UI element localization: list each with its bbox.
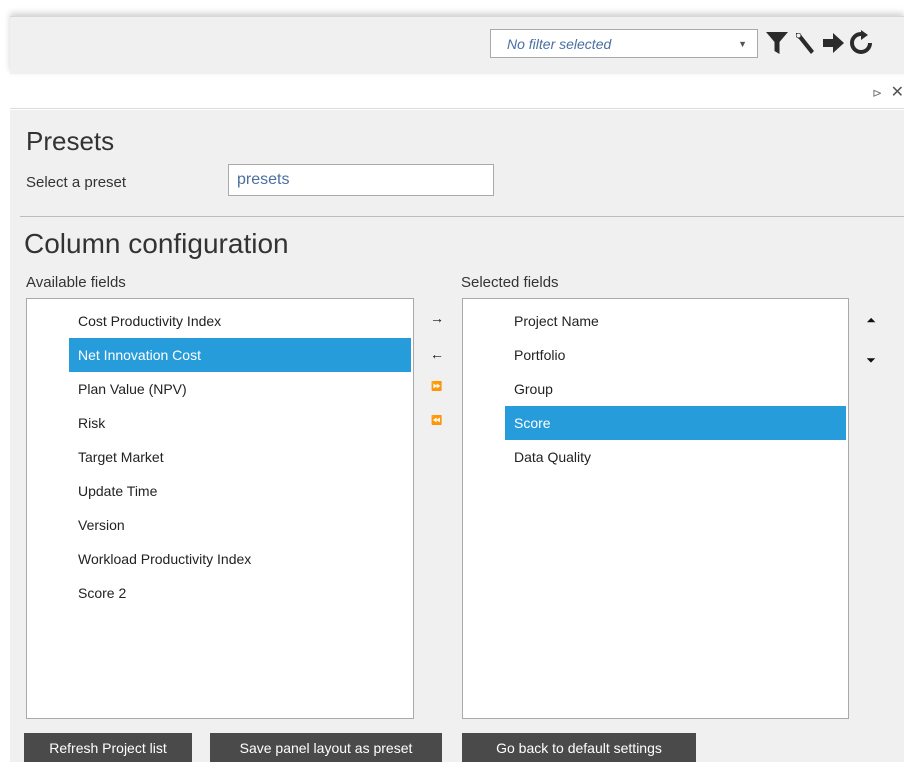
wrench-icon [796, 33, 814, 54]
configuration-panel: Presets Select a preset Column configura… [10, 110, 904, 762]
list-item[interactable]: Data Quality [505, 440, 846, 474]
arrow-right-icon [823, 33, 844, 53]
list-item[interactable]: Cost Productivity Index [69, 304, 411, 338]
add-all-fields-button[interactable]: ⏩ [424, 372, 450, 400]
chevron-down-icon: ▼ [738, 39, 747, 49]
selected-fields-label: Selected fields [461, 274, 559, 291]
list-item[interactable]: Risk [69, 406, 411, 440]
list-item[interactable]: Group [505, 372, 846, 406]
select-preset-label: Select a preset [26, 174, 127, 191]
list-item[interactable]: Plan Value (NPV) [69, 372, 411, 406]
triangle-up-icon: ⏶ [866, 312, 876, 327]
settings-button[interactable] [792, 27, 818, 59]
save-layout-preset-button[interactable]: Save panel layout as preset [210, 733, 442, 762]
filter-dropdown-value: No filter selected [507, 36, 612, 52]
triangle-down-icon: ⏷ [866, 352, 876, 367]
section-divider [20, 216, 904, 217]
list-item[interactable]: Project Name [505, 304, 846, 338]
remove-field-button[interactable]: ← [424, 340, 450, 368]
remove-all-fields-button[interactable]: ⏪ [424, 406, 450, 434]
list-item[interactable]: Workload Productivity Index [69, 542, 411, 576]
pin-icon[interactable]: ⊳ [872, 86, 882, 100]
list-item[interactable]: Target Market [69, 440, 411, 474]
preset-input[interactable] [228, 164, 494, 196]
refresh-project-list-button[interactable]: Refresh Project list [24, 733, 192, 762]
double-arrow-right-icon: ⏩ [431, 380, 443, 391]
filter-button[interactable] [764, 27, 790, 59]
available-fields-label: Available fields [26, 274, 126, 291]
refresh-icon [850, 30, 872, 54]
filter-icon [766, 32, 788, 54]
list-item[interactable]: Net Innovation Cost [69, 338, 411, 372]
available-fields-list[interactable]: Cost Productivity Index Net Innovation C… [26, 298, 414, 719]
list-item[interactable]: Score [505, 406, 846, 440]
arrow-left-icon: ← [430, 346, 444, 362]
reset-defaults-button[interactable]: Go back to default settings [462, 733, 696, 762]
selected-fields-list[interactable]: Project Name Portfolio Group Score Data … [462, 298, 849, 719]
move-up-button[interactable]: ⏶ [858, 306, 884, 334]
presets-heading: Presets [26, 126, 115, 156]
add-field-button[interactable]: → [424, 304, 450, 332]
close-icon[interactable]: ✕ [891, 82, 904, 102]
list-item[interactable]: Portfolio [505, 338, 846, 372]
panel-header: ⊳ ✕ [10, 77, 904, 109]
column-configuration-heading: Column configuration [24, 228, 289, 259]
move-down-button[interactable]: ⏷ [858, 346, 884, 374]
list-item[interactable]: Version [69, 508, 411, 542]
arrow-right-icon: → [430, 310, 444, 326]
list-item[interactable]: Score 2 [69, 576, 411, 610]
double-arrow-left-icon: ⏪ [431, 414, 443, 425]
top-toolbar: No filter selected ▼ [10, 16, 904, 74]
refresh-button[interactable] [848, 27, 874, 59]
filter-dropdown[interactable]: No filter selected ▼ [490, 29, 758, 58]
go-button[interactable] [820, 27, 846, 59]
list-item[interactable]: Update Time [69, 474, 411, 508]
